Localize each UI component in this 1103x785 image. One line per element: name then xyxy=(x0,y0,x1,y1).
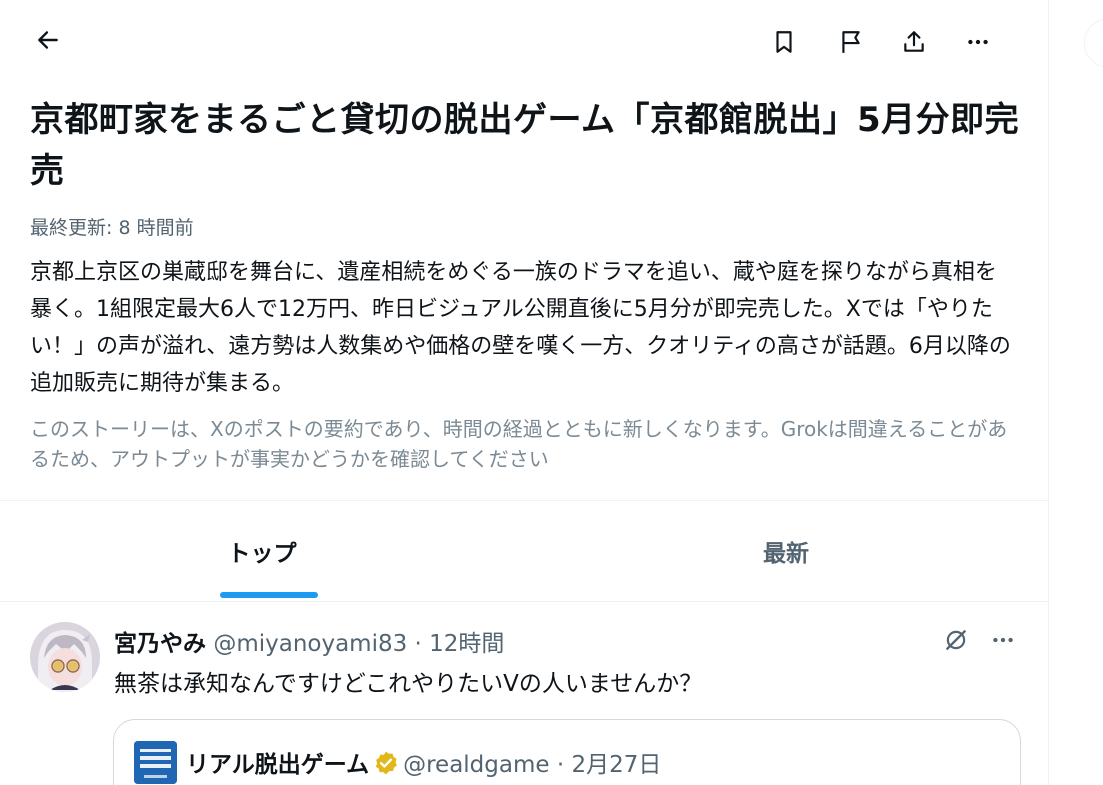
bookmark-button[interactable] xyxy=(764,22,804,62)
story-panel: 京都町家をまるごと貸切の脱出ゲーム「京都館脱出」5月分即完売 最終更新: 8 時… xyxy=(0,0,1049,785)
more-icon xyxy=(993,637,1013,643)
verified-badge-icon xyxy=(375,751,397,775)
flag-icon xyxy=(842,31,860,53)
avatar[interactable] xyxy=(30,622,100,692)
back-button[interactable] xyxy=(28,20,68,60)
more-button[interactable] xyxy=(958,22,998,62)
back-arrow-icon xyxy=(38,31,58,49)
post-more-button[interactable] xyxy=(983,620,1023,660)
bookmark-icon xyxy=(776,31,792,53)
share-button[interactable] xyxy=(894,22,934,62)
quoted-post[interactable]: リアル脱出ゲーム @realdgame · 2月27日 xyxy=(113,719,1021,785)
flag-button[interactable] xyxy=(831,22,871,62)
handle-and-time[interactable]: @realdgame · 2月27日 xyxy=(403,752,661,778)
last-updated-text: 最終更新: 8 時間前 xyxy=(30,217,194,239)
tab-top[interactable]: トップ xyxy=(0,501,524,601)
story-summary: 京都上京区の巣蔵邸を舞台に、遺産相続をめぐる一族のドラマを追い、蔵や庭を探りなが… xyxy=(30,260,1011,396)
tab-label: 最新 xyxy=(763,541,809,567)
post-text: 無茶は承知なんですけどこれやりたいVの人いませんか？ xyxy=(114,671,703,697)
tab-bar: トップ 最新 xyxy=(0,501,1048,601)
grok-disclaimer: このストーリーは、Xのポストの要約であり、時間の経過とともに新しくなります。Gr… xyxy=(30,417,1008,471)
display-name[interactable]: 宮乃やみ xyxy=(114,631,206,657)
more-icon xyxy=(968,39,988,45)
tab-label: トップ xyxy=(227,541,297,567)
active-tab-indicator xyxy=(220,592,318,598)
right-sidebar xyxy=(1049,0,1103,785)
search-box[interactable] xyxy=(1084,18,1103,68)
handle-and-time[interactable]: @miyanoyami83 · 12時間 xyxy=(213,631,504,657)
post-header: 宮乃やみ @miyanoyami83 · 12時間 xyxy=(114,624,504,658)
avatar[interactable] xyxy=(134,741,177,784)
share-icon xyxy=(904,31,924,52)
quote-header: リアル脱出ゲーム @realdgame · 2月27日 xyxy=(186,745,661,779)
post[interactable]: 宮乃やみ @miyanoyami83 · 12時間 無茶は承知なんですけどこれや… xyxy=(0,602,1048,785)
display-name[interactable]: リアル脱出ゲーム xyxy=(186,752,369,778)
grok-icon xyxy=(946,630,966,650)
story-title: 京都町家をまるごと貸切の脱出ゲーム「京都館脱出」5月分即完売 xyxy=(30,100,1020,191)
tab-latest[interactable]: 最新 xyxy=(524,501,1048,601)
grok-button[interactable] xyxy=(936,620,976,660)
